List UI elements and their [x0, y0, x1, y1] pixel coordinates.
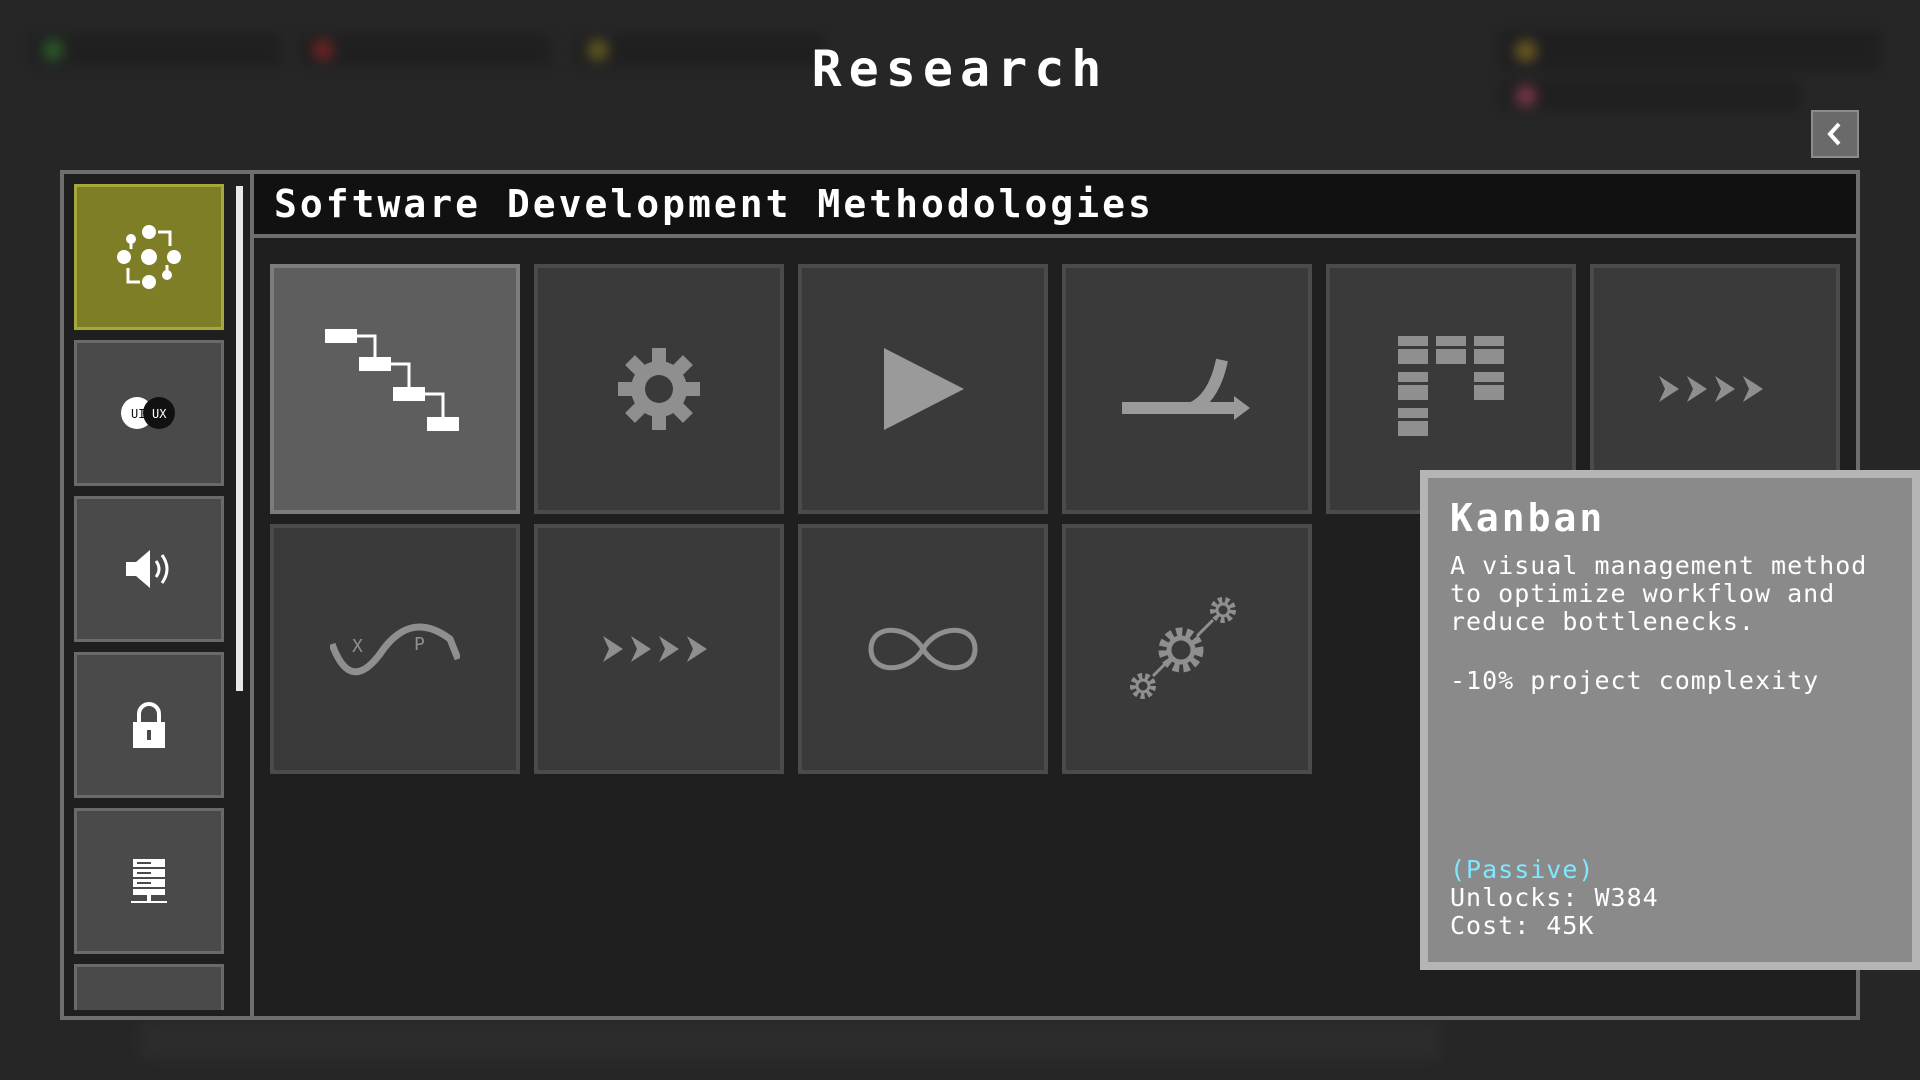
sidebar-item-ui-ux[interactable]: UI UX	[74, 340, 224, 486]
kanban-board-icon	[1398, 336, 1504, 436]
research-tile-waterfall[interactable]	[270, 264, 520, 514]
research-tile-infinity[interactable]	[798, 524, 1048, 774]
play-icon	[884, 348, 964, 430]
research-tooltip: Kanban A visual management method to opt…	[1420, 470, 1920, 970]
infinity-icon	[868, 627, 978, 671]
research-tile-gears[interactable]	[1062, 524, 1312, 774]
ui-ux-icon: UI UX	[121, 397, 175, 429]
category-title: Software Development Methodologies	[254, 174, 1856, 238]
ui-label: UI	[131, 407, 145, 421]
content-divider	[250, 174, 254, 1016]
sidebar-item-methodologies[interactable]	[74, 184, 224, 330]
tooltip-footer: (Passive) Unlocks: W384 Cost: 45K	[1450, 856, 1659, 940]
ux-label: UX	[152, 407, 167, 421]
branch-arrow-icon	[1122, 358, 1250, 420]
sidebar-item-infrastructure[interactable]	[74, 808, 224, 954]
sidebar-item-security[interactable]	[74, 652, 224, 798]
research-tile-branch[interactable]	[1062, 264, 1312, 514]
tooltip-description: A visual management method to optimize w…	[1450, 551, 1868, 636]
sidebar-scrollbar[interactable]	[236, 186, 243, 691]
tooltip-title: Kanban	[1450, 496, 1606, 540]
xp-x-label: X	[352, 636, 363, 657]
waterfall-icon	[325, 329, 459, 431]
server-icon	[131, 859, 167, 903]
page-title: Research	[811, 40, 1109, 98]
category-sidebar: UI UX	[74, 184, 226, 1010]
sidebar-item-audio[interactable]	[74, 496, 224, 642]
gear-cycle-icon	[117, 225, 181, 289]
chevrons-right-icon	[1659, 376, 1763, 402]
chevron-left-icon	[1827, 122, 1841, 146]
chevrons-right-icon	[603, 636, 707, 662]
gear-icon	[618, 348, 700, 430]
research-tile-xp[interactable]: X P	[270, 524, 520, 774]
collapse-button[interactable]	[1811, 110, 1859, 158]
tooltip-type: (Passive)	[1450, 855, 1595, 884]
research-tile-chevrons-2[interactable]	[534, 524, 784, 774]
sidebar-item-partial[interactable]	[74, 964, 224, 1010]
lock-icon	[133, 702, 165, 748]
tooltip-unlocks: Unlocks: W384	[1450, 883, 1659, 912]
tooltip-cost: Cost: 45K	[1450, 911, 1595, 940]
speaker-icon	[126, 550, 169, 588]
gears-cluster-icon	[1130, 597, 1236, 699]
research-tile-play[interactable]	[798, 264, 1048, 514]
tooltip-effect: -10% project complexity	[1450, 666, 1820, 695]
research-tile-gear[interactable]	[534, 264, 784, 514]
xp-wave-icon: X P	[330, 623, 460, 676]
background-bottom-bar	[140, 1020, 1440, 1060]
xp-p-label: P	[414, 634, 425, 655]
